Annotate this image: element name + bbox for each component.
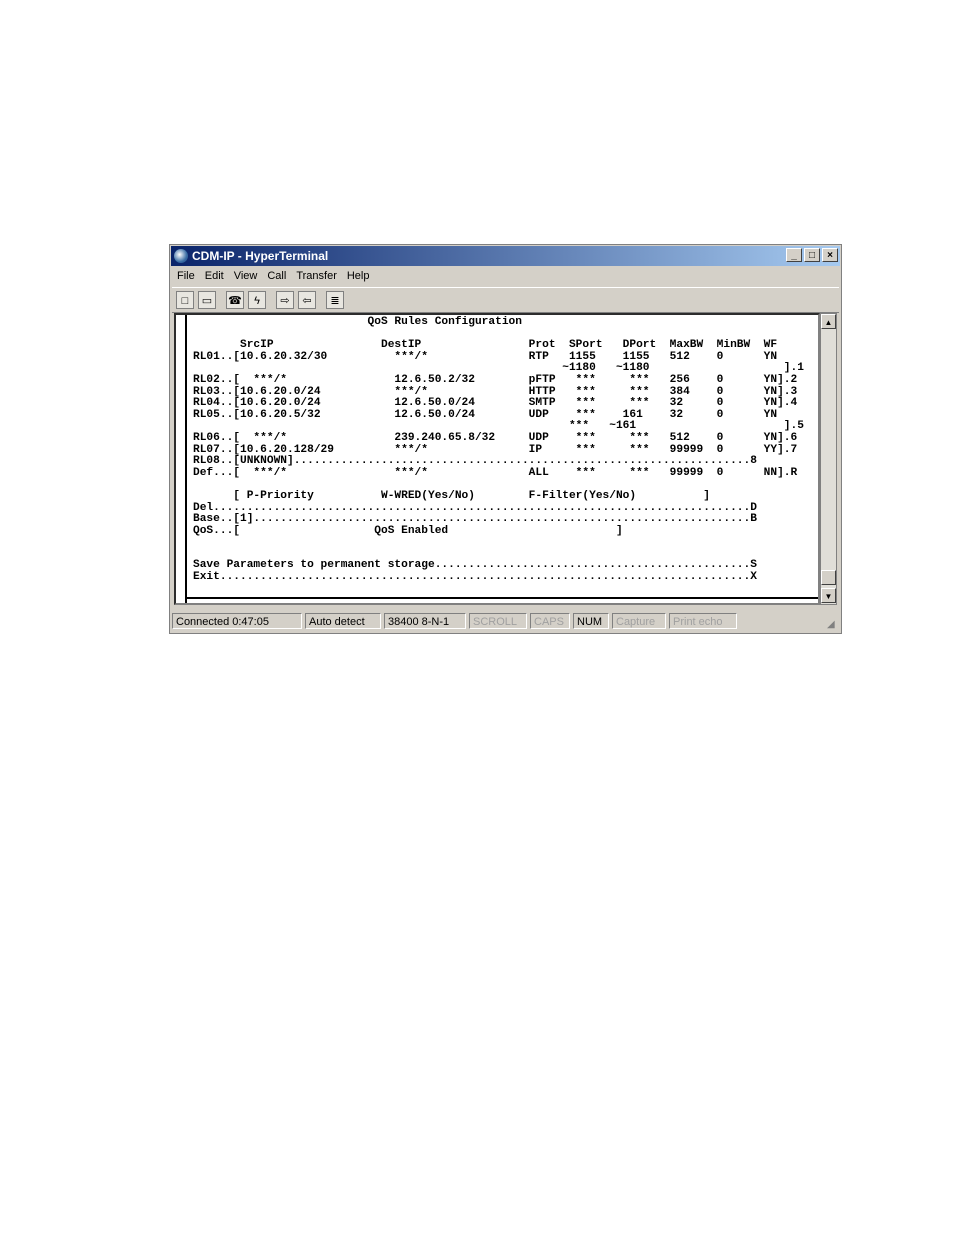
connect-icon[interactable]: ☎ [226, 291, 244, 309]
minimize-button[interactable]: _ [786, 248, 802, 262]
terminal-line: RL04..[10.6.20.0/24 12.6.50.0/24 SMTP **… [193, 397, 798, 410]
new-icon[interactable]: □ [176, 291, 194, 309]
hyperterminal-window: CDM-IP - HyperTerminal _ □ × File Edit V… [169, 244, 842, 634]
open-icon[interactable]: ▭ [198, 291, 216, 309]
resize-grip-icon[interactable]: ◢ [827, 619, 839, 631]
menu-bar: File Edit View Call Transfer Help [172, 267, 374, 285]
terminal-line: RL02..[ ***/* 12.6.50.2/32 pFTP *** *** … [193, 373, 798, 386]
terminal-bottom-border [185, 597, 818, 599]
properties-icon[interactable]: ≣ [326, 291, 344, 309]
status-print-echo: Print echo [669, 613, 737, 629]
scroll-up-icon[interactable]: ▲ [821, 314, 836, 329]
send-icon[interactable]: ⇨ [276, 291, 294, 309]
terminal-line: RL08..[UNKNOWN].........................… [193, 455, 757, 468]
terminal-line: QoS...[ QoS Enabled ] [193, 524, 623, 537]
menu-help[interactable]: Help [342, 270, 375, 282]
terminal-screen: QoS Rules Configuration SrcIP DestIP Pro… [193, 316, 804, 584]
menu-transfer[interactable]: Transfer [291, 270, 342, 282]
disconnect-icon[interactable]: ϟ [248, 291, 266, 309]
vertical-scrollbar[interactable]: ▲ ▼ [820, 313, 837, 605]
terminal-line: Def...[ ***/* ***/* ALL *** *** 99999 0 … [193, 466, 798, 479]
scroll-thumb[interactable] [821, 570, 836, 585]
window-title: CDM-IP - HyperTerminal [192, 249, 329, 263]
status-detect: Auto detect [305, 613, 381, 629]
menu-call[interactable]: Call [262, 270, 291, 282]
close-button[interactable]: × [822, 248, 838, 262]
menu-view[interactable]: View [229, 270, 263, 282]
menu-file[interactable]: File [172, 270, 200, 282]
status-num: NUM [573, 613, 609, 629]
terminal-line: QoS Rules Configuration [193, 316, 522, 328]
status-port: 38400 8-N-1 [384, 613, 466, 629]
terminal-line: RL06..[ ***/* 239.240.65.8/32 UDP *** **… [193, 431, 798, 444]
receive-icon[interactable]: ⇦ [298, 291, 316, 309]
terminal-line: [ P-Priority W-WRED(Yes/No) F-Filter(Yes… [193, 489, 710, 502]
status-scroll: SCROLL [469, 613, 527, 629]
title-bar[interactable]: CDM-IP - HyperTerminal _ □ × [171, 246, 840, 266]
status-caps: CAPS [530, 613, 570, 629]
toolbar: □ ▭ ☎ ϟ ⇨ ⇦ ≣ [172, 287, 839, 313]
terminal-area[interactable]: QoS Rules Configuration SrcIP DestIP Pro… [174, 313, 820, 605]
status-connected: Connected 0:47:05 [172, 613, 302, 629]
terminal-line: Base..[1]...............................… [193, 513, 757, 526]
scroll-down-icon[interactable]: ▼ [821, 588, 836, 603]
maximize-button[interactable]: □ [804, 248, 820, 262]
menu-edit[interactable]: Edit [200, 270, 229, 282]
terminal-line: Exit....................................… [193, 571, 757, 584]
status-bar: Connected 0:47:05 Auto detect 38400 8-N-… [172, 613, 740, 631]
hyperterminal-icon [174, 249, 188, 263]
status-capture: Capture [612, 613, 666, 629]
